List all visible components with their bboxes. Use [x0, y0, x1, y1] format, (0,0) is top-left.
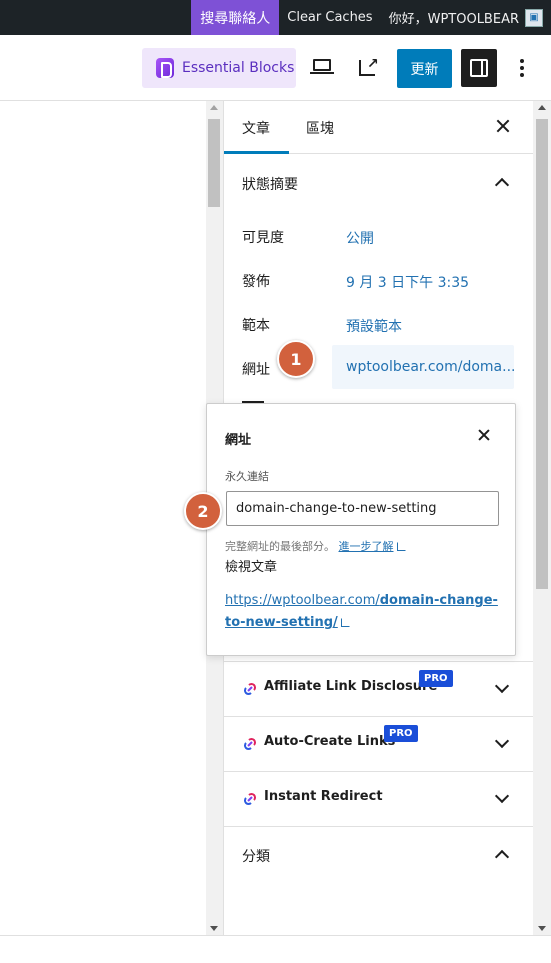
view-post-external-icon[interactable]: ↗ [356, 55, 380, 79]
help-text-content: 完整網址的最後部分。 [225, 540, 335, 553]
chevron-up-icon [494, 177, 510, 193]
chevron-down-icon [494, 678, 510, 694]
panel-affiliate-link-disclosure[interactable]: Affiliate Link Disclosure PRO [224, 661, 534, 716]
update-button[interactable]: 更新 [397, 49, 452, 88]
contact-search-link[interactable]: 搜尋聯絡人 [191, 0, 280, 35]
category-panel-title: 分類 [242, 849, 270, 865]
tab-block[interactable]: 區塊 [306, 101, 334, 154]
chevron-down-icon [494, 733, 510, 749]
essential-blocks-label: Essential Blocks [182, 60, 295, 76]
pro-badge: PRO [419, 670, 453, 687]
plugin-label: Instant Redirect [264, 789, 383, 804]
chevron-up-icon [494, 849, 510, 865]
help-text: 完整網址的最後部分。 進一步了解 [225, 538, 406, 554]
canvas-scrollbar-thumb[interactable] [208, 119, 220, 207]
plugin-label: Auto-Create Links [264, 734, 396, 749]
link-chain-icon [243, 682, 257, 696]
clear-caches-link[interactable]: Clear Caches [279, 0, 380, 35]
visibility-value[interactable]: 公開 [346, 228, 374, 248]
summary-panel-header[interactable]: 狀態摘要 [224, 154, 534, 209]
view-post-label: 檢視文章 [225, 560, 278, 575]
sidebar-scrollbar-thumb[interactable] [536, 119, 548, 589]
full-url-prefix: https://wptoolbear.com/ [225, 593, 380, 608]
template-value[interactable]: 預設範本 [346, 316, 402, 336]
publish-label: 發佈 [242, 274, 270, 290]
popover-title: 網址 [225, 433, 252, 448]
sidebar-scrollbar[interactable] [533, 101, 551, 935]
user-greeting[interactable]: 你好，WPTOOLBEAR ▣ [381, 0, 551, 35]
template-label: 範本 [242, 318, 270, 334]
bottom-bar [0, 935, 551, 963]
permalink-label: 永久連結 [225, 470, 269, 483]
publish-date-value[interactable]: 9 月 3 日下午 3:35 [346, 272, 469, 292]
visibility-label: 可見度 [242, 230, 284, 246]
category-panel-header[interactable]: 分類 [224, 826, 534, 881]
url-value-button[interactable]: wptoolbear.com/doma... [332, 345, 514, 389]
avatar-icon: ▣ [525, 8, 543, 27]
close-sidebar-icon[interactable] [494, 117, 512, 135]
link-chain-icon [243, 792, 257, 806]
preview-laptop-icon[interactable] [310, 55, 334, 79]
external-link-icon [396, 542, 406, 551]
panel-auto-create-links[interactable]: Auto-Create Links PRO [224, 716, 534, 771]
close-popover-icon[interactable] [475, 426, 493, 444]
admin-bar: 搜尋聯絡人 Clear Caches 你好，WPTOOLBEAR ▣ [0, 0, 551, 35]
user-greeting-text: 你好，WPTOOLBEAR [388, 12, 519, 27]
panel-instant-redirect[interactable]: Instant Redirect [224, 771, 534, 826]
scroll-up-icon[interactable] [538, 105, 546, 110]
step-2-badge: 2 [184, 492, 222, 530]
step-1-badge: 1 [277, 340, 315, 378]
scroll-down-icon[interactable] [538, 926, 546, 931]
plugin-label: Affiliate Link Disclosure [264, 679, 438, 694]
editor-toolbar: Essential Blocks ↗ 更新 [0, 35, 551, 101]
more-options-icon[interactable] [510, 53, 534, 83]
chevron-down-icon [494, 788, 510, 804]
essential-blocks-logo-icon [156, 58, 174, 78]
essential-blocks-button[interactable]: Essential Blocks [142, 48, 296, 88]
full-url-link[interactable]: https://wptoolbear.com/domain-change-to-… [225, 590, 505, 634]
scroll-up-icon[interactable] [210, 105, 218, 110]
url-popover: 網址 永久連結 完整網址的最後部分。 進一步了解 檢視文章 https://wp… [206, 403, 516, 656]
link-chain-icon [243, 737, 257, 751]
tab-post[interactable]: 文章 [242, 101, 286, 154]
sidebar-tabs: 文章 區塊 [224, 101, 534, 154]
scroll-down-icon[interactable] [210, 926, 218, 931]
settings-sidebar-toggle-icon[interactable] [461, 49, 497, 87]
pro-badge: PRO [384, 725, 418, 742]
url-label: 網址 [242, 362, 270, 378]
learn-more-link[interactable]: 進一步了解 [339, 540, 394, 553]
external-link-icon [340, 618, 350, 627]
permalink-slug-input[interactable] [226, 491, 499, 526]
summary-panel-title: 狀態摘要 [242, 177, 298, 193]
